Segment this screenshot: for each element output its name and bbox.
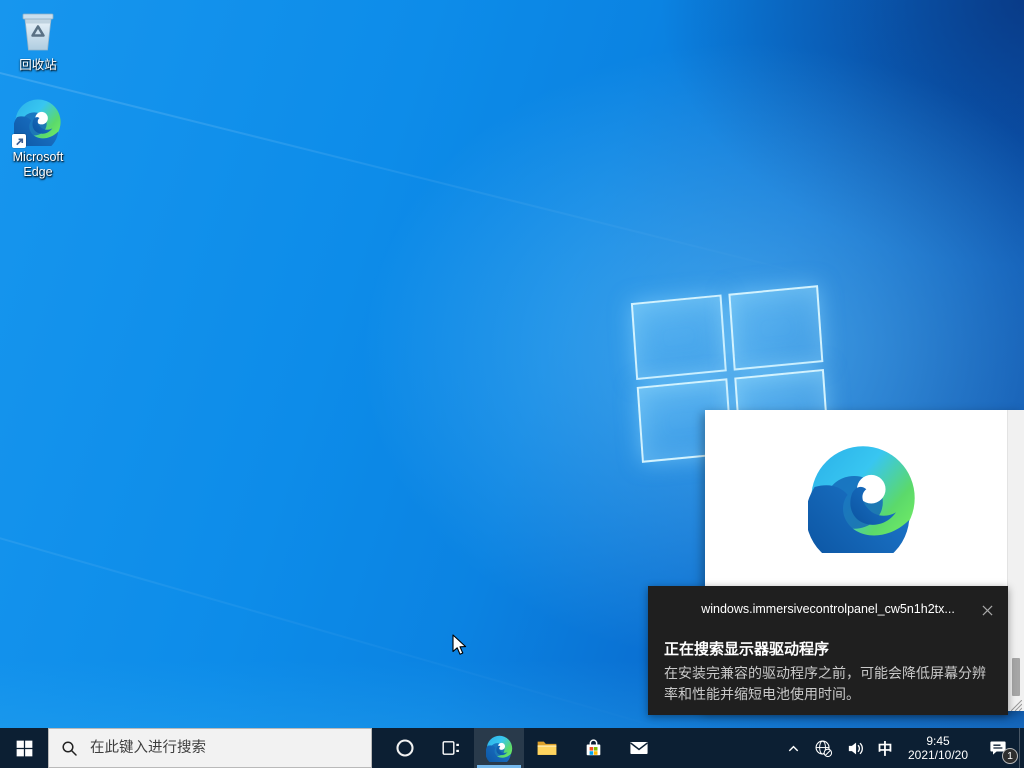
task-view-button[interactable] xyxy=(428,728,474,768)
logo-pane xyxy=(728,285,823,370)
resize-grip-icon[interactable] xyxy=(1011,698,1022,709)
tray-overflow-button[interactable] xyxy=(779,728,807,768)
taskbar: 中 9:45 2021/10/20 1 xyxy=(0,728,1024,768)
desktop-icon-recycle-bin[interactable]: 回收站 xyxy=(0,6,76,73)
notification-badge: 1 xyxy=(1002,748,1018,764)
logo-pane xyxy=(631,295,726,380)
scrollbar-thumb[interactable] xyxy=(1012,658,1020,696)
cortana-button[interactable] xyxy=(382,728,428,768)
show-desktop-button[interactable] xyxy=(1019,728,1024,768)
speaker-icon xyxy=(846,739,865,758)
chevron-up-icon xyxy=(786,741,801,756)
windows-desktop: 回收站 Microsoft Edge xyxy=(0,0,1024,768)
globe-no-internet-icon xyxy=(814,739,833,758)
desktop-icon-label: 回收站 xyxy=(19,58,57,73)
edge-icon xyxy=(14,98,62,146)
desktop-icon-label: Microsoft Edge xyxy=(5,150,71,180)
microsoft-store-icon xyxy=(583,738,604,759)
light-ray xyxy=(0,520,728,747)
system-tray: 中 9:45 2021/10/20 1 xyxy=(779,728,1024,768)
action-center-button[interactable]: 1 xyxy=(977,728,1019,768)
clock-time: 9:45 xyxy=(926,734,949,748)
network-button[interactable] xyxy=(807,728,839,768)
folder-icon xyxy=(536,737,558,759)
shortcut-arrow-icon xyxy=(12,134,26,148)
mail-button[interactable] xyxy=(616,728,662,768)
task-view-icon xyxy=(441,738,461,758)
toast-title: 正在搜索显示器驱动程序 xyxy=(664,638,992,659)
taskbar-edge-button[interactable] xyxy=(474,728,524,768)
recycle-bin-icon xyxy=(14,6,62,54)
notification-toast[interactable]: windows.immersivecontrolpanel_cw5n1h2tx.… xyxy=(648,586,1008,715)
cortana-icon xyxy=(395,738,415,758)
file-explorer-button[interactable] xyxy=(524,728,570,768)
edge-logo xyxy=(808,443,918,553)
close-icon[interactable] xyxy=(976,600,998,620)
edge-icon xyxy=(486,735,513,762)
windows-logo-icon xyxy=(16,740,33,757)
desktop-icon-microsoft-edge[interactable]: Microsoft Edge xyxy=(0,98,76,180)
start-button[interactable] xyxy=(0,728,48,768)
microsoft-store-button[interactable] xyxy=(570,728,616,768)
toast-body: 在安装完兼容的驱动程序之前，可能会降低屏幕分辨率和性能并缩短电池使用时间。 xyxy=(664,663,992,705)
search-input[interactable] xyxy=(88,739,332,757)
volume-button[interactable] xyxy=(839,728,871,768)
clock-date: 2021/10/20 xyxy=(908,748,968,762)
ime-indicator[interactable]: 中 xyxy=(871,728,899,768)
mail-icon xyxy=(628,737,650,759)
taskbar-search[interactable] xyxy=(48,728,372,768)
taskbar-clock[interactable]: 9:45 2021/10/20 xyxy=(899,728,977,768)
search-icon xyxy=(61,740,78,757)
light-ray xyxy=(0,62,833,282)
toast-app-name: windows.immersivecontrolpanel_cw5n1h2tx.… xyxy=(701,602,955,616)
scrollbar[interactable] xyxy=(1007,410,1024,711)
